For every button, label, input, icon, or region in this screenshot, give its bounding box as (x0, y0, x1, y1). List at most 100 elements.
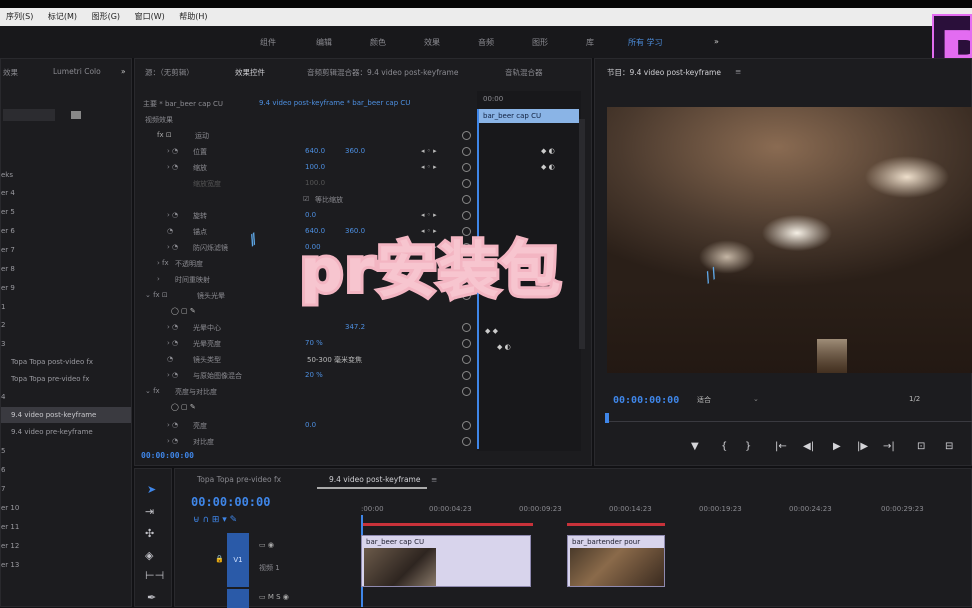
list-item[interactable]: Topa Topa pre-video fx (1, 371, 131, 387)
row-opacity[interactable]: 不透明度 (175, 259, 203, 269)
row-uniform-scale[interactable]: 等比缩放 (315, 195, 343, 205)
razor-tool-icon[interactable]: ◈ (145, 549, 153, 562)
ec-scrollbar[interactable] (579, 119, 585, 349)
list-item[interactable]: er 6 (1, 223, 121, 239)
keyframe-diamond-icon[interactable]: ◆ ◐ (497, 343, 511, 351)
list-item[interactable]: 4 (1, 389, 121, 405)
track-select-tool-icon[interactable]: ⇥ (145, 505, 154, 518)
workspace-tab-effects[interactable]: 效果 (424, 37, 440, 48)
list-item[interactable]: er 4 (1, 185, 121, 201)
track-output-icon[interactable]: ▭ ◉ (259, 541, 274, 549)
workspace-tab-color[interactable]: 颜色 (370, 37, 386, 48)
program-timecode[interactable]: 00:00:00:00 (613, 395, 679, 406)
mark-in-icon[interactable]: { (721, 441, 727, 452)
stopwatch-icon[interactable]: › ◔ (167, 147, 178, 155)
selection-tool-icon[interactable]: ➤ (147, 483, 156, 496)
program-menu-icon[interactable]: ≡ (735, 67, 741, 76)
menu-help[interactable]: 帮助(H) (173, 8, 213, 26)
workspace-tab-libraries[interactable]: 库 (586, 37, 594, 48)
list-item[interactable]: eks (1, 167, 121, 183)
stopwatch-icon[interactable]: › ◔ (167, 243, 178, 251)
stopwatch-icon[interactable]: ◔ (167, 355, 173, 363)
scale-value[interactable]: 100.0 (305, 163, 325, 171)
lock-icon[interactable]: 🔒 (215, 555, 224, 563)
lift-icon[interactable]: ⊡ (917, 441, 925, 452)
timeline-tab-topa[interactable]: Topa Topa pre-video fx (197, 475, 281, 484)
timeline-clip[interactable]: bar_beer cap CU (361, 535, 531, 587)
video-preview[interactable] (607, 107, 972, 373)
list-item[interactable]: er 5 (1, 204, 121, 220)
list-item[interactable]: 2 (1, 317, 121, 333)
position-x-value[interactable]: 640.0 (305, 147, 325, 155)
brightness-value[interactable]: 0.0 (305, 421, 316, 429)
timeline-clip[interactable]: bar_bartender pour (567, 535, 665, 587)
row-lens-flare[interactable]: 镜头光晕 (197, 291, 225, 301)
keyframe-diamond-icon[interactable]: ◆ ◆ (485, 327, 498, 335)
row-motion[interactable]: 运动 (195, 131, 209, 141)
reset-icon[interactable] (462, 339, 471, 348)
list-item[interactable]: 6 (1, 462, 121, 478)
track-a1-target[interactable] (227, 589, 249, 608)
list-item[interactable]: er 8 (1, 261, 121, 277)
snap-icon[interactable]: ⊌ ∩ ⊞ ▾ ✎ (193, 515, 237, 525)
checkbox-icon[interactable]: ☑ (303, 195, 309, 203)
go-to-out-icon[interactable]: →| (883, 441, 895, 452)
reset-icon[interactable] (462, 131, 471, 140)
resolution-select[interactable]: 1/2 (909, 395, 920, 403)
list-item[interactable]: 1 (1, 299, 121, 315)
chevron-down-icon[interactable]: ⌄ fx ⊡ (145, 291, 168, 299)
tab-effects[interactable]: 效果 (3, 67, 18, 78)
ec-timecode[interactable]: 00:00:00:00 (141, 451, 194, 460)
list-item[interactable]: er 10 (1, 500, 121, 516)
ripple-edit-tool-icon[interactable]: ✣ (145, 527, 154, 540)
tab-source[interactable]: 源：（无剪辑） (145, 67, 194, 78)
tab-lumetri[interactable]: Lumetri Colo (53, 67, 101, 76)
keyframe-nav-icon[interactable]: ◂ ◦ ▸ (421, 163, 437, 171)
chevron-down-icon[interactable]: ⌄ fx (145, 387, 160, 395)
keyframe-diamond-icon[interactable]: ◆ ◐ (541, 147, 555, 155)
search-input[interactable] (3, 109, 55, 121)
fit-select[interactable]: 适合 (697, 395, 711, 405)
menu-marker[interactable]: 标记(M) (42, 8, 83, 26)
keyframe-nav-icon[interactable]: ◂ ◦ ▸ (421, 211, 437, 219)
rotation-value[interactable]: 0.0 (305, 211, 316, 219)
list-item[interactable]: er 12 (1, 538, 121, 554)
time-ruler[interactable]: :00:00 00:00:04:23 00:00:09:23 00:00:14:… (361, 505, 972, 519)
program-title[interactable]: 节目：9.4 video post-keyframe (607, 67, 721, 78)
keyframe-diamond-icon[interactable]: ◆ ◐ (541, 163, 555, 171)
flare-center-value[interactable]: 347.2 (345, 323, 365, 331)
reset-icon[interactable] (462, 355, 471, 364)
workspace-tab-graphics[interactable]: 图形 (532, 37, 548, 48)
timeline-menu-icon[interactable]: ≡ (431, 475, 437, 484)
play-icon[interactable]: ▶ (833, 441, 841, 452)
sequence-clip-label[interactable]: 9.4 video post-keyframe * bar_beer cap C… (259, 99, 410, 107)
blend-value[interactable]: 20 % (305, 371, 323, 379)
mark-out-icon[interactable]: } (745, 441, 751, 452)
workspace-tab-assembly[interactable]: 组件 (260, 37, 276, 48)
program-scrub-bar[interactable] (607, 421, 972, 422)
reset-icon[interactable] (462, 437, 471, 446)
workspace-more-icon[interactable]: » (714, 37, 719, 46)
workspace-tab-all[interactable]: 所有 学习 (628, 37, 663, 48)
workspace-tab-editing[interactable]: 编辑 (316, 37, 332, 48)
menu-window[interactable]: 窗口(W) (129, 8, 171, 26)
row-time-remap[interactable]: 时间重映射 (175, 275, 210, 285)
reset-icon[interactable] (462, 421, 471, 430)
ec-clip-bar[interactable]: bar_beer cap CU (479, 109, 579, 123)
tab-effect-controls[interactable]: 效果控件 (235, 67, 265, 78)
stopwatch-icon[interactable]: › ◔ (167, 339, 178, 347)
step-forward-icon[interactable]: |▶ (857, 441, 868, 452)
add-marker-icon[interactable]: ▼ (691, 441, 699, 452)
list-item[interactable]: er 11 (1, 519, 121, 535)
list-item[interactable]: er 9 (1, 280, 121, 296)
list-item[interactable]: er 7 (1, 242, 121, 258)
reset-icon[interactable] (462, 371, 471, 380)
tab-audio-track-mixer[interactable]: 音轨混合器 (505, 67, 543, 78)
lens-type-select[interactable]: 50-300 毫米变焦 (307, 355, 362, 365)
stopwatch-icon[interactable]: › ◔ (167, 323, 178, 331)
reset-icon[interactable] (462, 179, 471, 188)
stopwatch-icon[interactable]: › ◔ (167, 163, 178, 171)
timeline-timecode[interactable]: 00:00:00:00 (191, 495, 270, 509)
track-v1-target[interactable]: V1 (227, 533, 249, 587)
program-playhead[interactable] (605, 413, 609, 423)
